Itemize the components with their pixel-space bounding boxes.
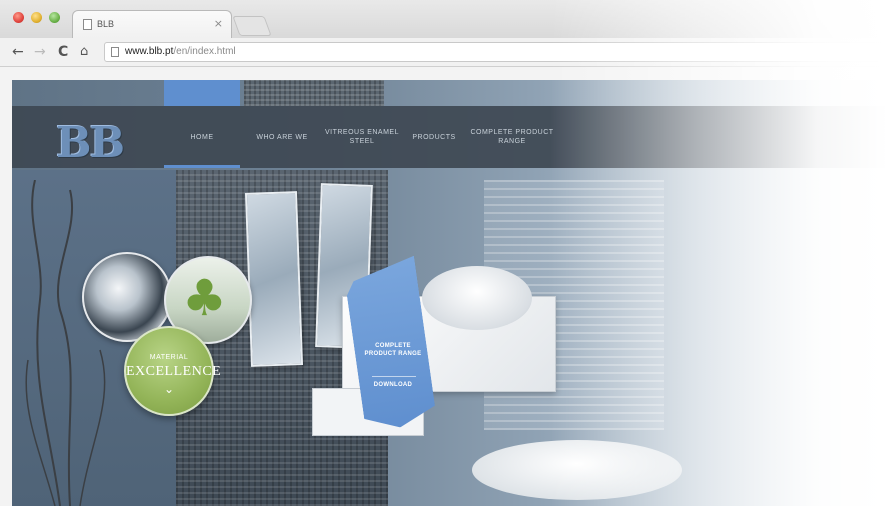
browser-window: BLB × ← → C ⌂ www.blb.pt/en/index.html B…: [0, 0, 888, 506]
chevron-down-icon[interactable]: ⌄: [126, 382, 212, 396]
url-host: www.blb.pt: [125, 46, 174, 57]
nav-vitreous-steel[interactable]: VITREOUS ENAMEL STEEL: [324, 106, 400, 168]
tab-title: BLB: [97, 19, 115, 29]
new-tab-button[interactable]: [232, 16, 272, 36]
url-path: /en/index.html: [173, 46, 236, 57]
material-excellence-badge[interactable]: MATERIAL EXCELLENCE ⌄: [124, 326, 222, 416]
glass-panel: [244, 191, 304, 367]
browser-toolbar: ← → C ⌂ www.blb.pt/en/index.html: [0, 38, 888, 67]
url-text: www.blb.pt/en/index.html: [125, 46, 236, 57]
close-window-button[interactable]: [13, 12, 24, 23]
badge-small-text: MATERIAL: [149, 354, 189, 361]
tab-strip: BLB ×: [0, 0, 888, 38]
nav-products[interactable]: PRODUCTS: [404, 106, 464, 168]
nav-complete-range[interactable]: COMPLETE PRODUCT RANGE: [470, 106, 554, 168]
tree-icon: ♣: [182, 269, 227, 327]
mosaic-strip: [244, 80, 384, 106]
back-arrow-icon[interactable]: ←: [12, 42, 24, 62]
accent-strip: [164, 80, 240, 106]
nav-who-are-we[interactable]: WHO ARE WE: [244, 106, 320, 168]
maximize-window-button[interactable]: [49, 12, 60, 23]
reload-icon[interactable]: C: [58, 42, 68, 62]
ribbon-divider: [372, 376, 416, 377]
page-icon: [83, 19, 92, 30]
site-logo[interactable]: BB: [56, 118, 125, 167]
browser-tab[interactable]: BLB ×: [72, 10, 232, 38]
address-bar[interactable]: www.blb.pt/en/index.html: [104, 42, 884, 62]
badge-big-text: EXCELLENCE: [126, 364, 222, 379]
page-icon: [111, 47, 119, 57]
forward-arrow-icon[interactable]: →: [34, 42, 46, 62]
bathtub-image: [472, 440, 682, 500]
close-icon[interactable]: ×: [214, 17, 223, 30]
nav-home[interactable]: HOME: [164, 106, 240, 168]
download-link[interactable]: DOWNLOAD: [360, 382, 426, 388]
home-icon[interactable]: ⌂: [80, 42, 88, 62]
bathtub-image: [422, 266, 532, 330]
decorative-branches: [25, 180, 106, 506]
ribbon-title: COMPLETE PRODUCT RANGE: [364, 343, 422, 357]
page-viewport: BB HOME WHO ARE WE VITREOUS ENAMEL STEEL…: [12, 80, 888, 506]
minimize-window-button[interactable]: [31, 12, 42, 23]
